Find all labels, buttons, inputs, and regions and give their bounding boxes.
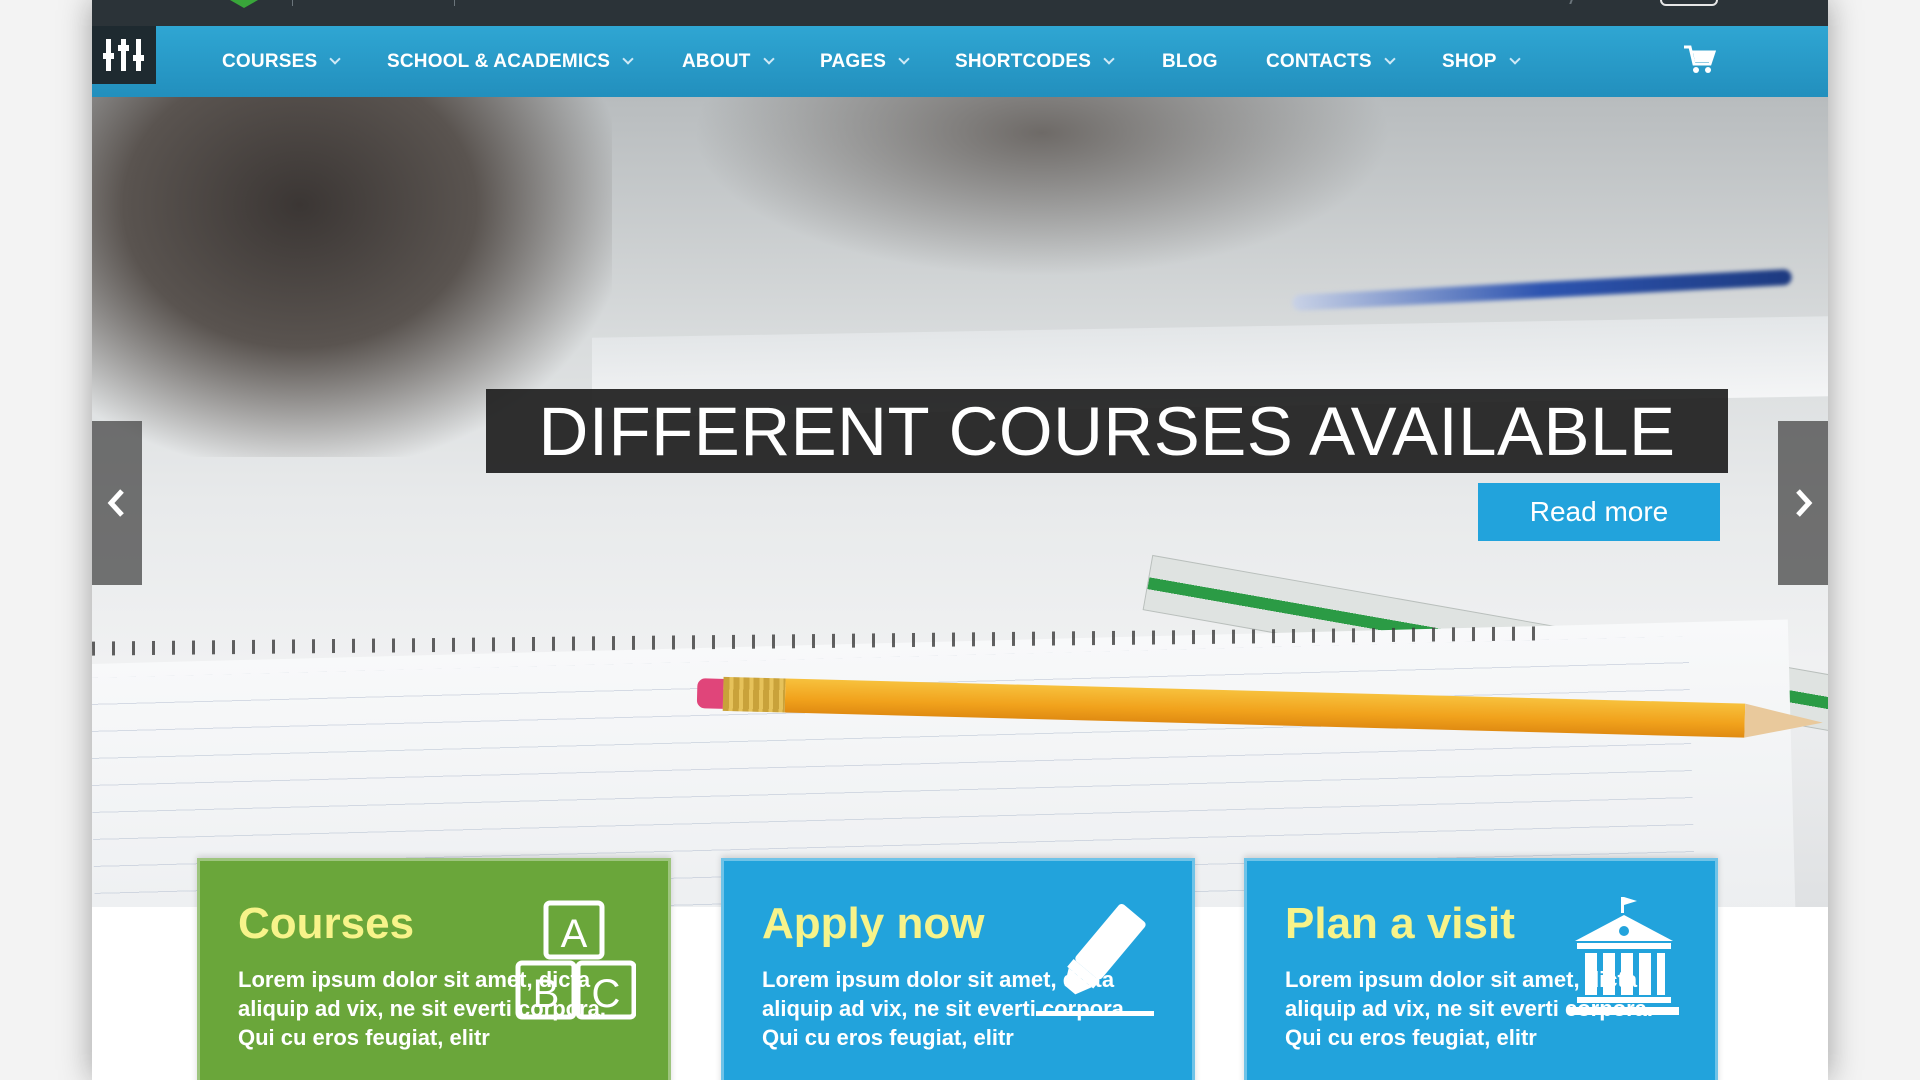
top-bar-button[interactable] <box>1660 0 1718 6</box>
slider-next-button[interactable] <box>1778 421 1828 585</box>
svg-text:A: A <box>561 912 588 956</box>
slide-title: DIFFERENT COURSES AVAILABLE <box>486 389 1728 473</box>
nav-item-label: COURSES <box>222 50 318 72</box>
courses-card[interactable]: Courses Lorem ipsum dolor sit amet, dict… <box>197 858 671 1080</box>
nav-item-label: ABOUT <box>682 50 751 72</box>
chevron-down-icon <box>329 53 342 65</box>
divider <box>292 0 293 6</box>
read-more-button[interactable]: Read more <box>1478 483 1720 541</box>
nav-item-blog[interactable]: BLOG <box>1162 26 1218 97</box>
nav-item-label: PAGES <box>820 50 887 72</box>
chevron-down-icon <box>1384 53 1396 65</box>
highlighter-icon <box>1036 903 1154 1016</box>
plan-a-visit-card[interactable]: Plan a visit Lorem ipsum dolor sit amet,… <box>1244 858 1718 1080</box>
chevron-down-icon <box>898 53 910 65</box>
chevron-down-icon <box>1508 53 1521 65</box>
nav-item-label: SCHOOL & ACADEMICS <box>387 50 611 72</box>
abc-blocks-icon: A B C <box>515 900 636 1020</box>
card-title: Plan a visit <box>1285 899 1515 948</box>
flag-icon <box>230 0 258 8</box>
nav-item-label: CONTACTS <box>1266 50 1372 72</box>
page-frame: COURSES SCHOOL & ACADEMICS ABOUT PAGES S… <box>92 0 1828 1080</box>
nav-item-about[interactable]: ABOUT <box>682 26 775 97</box>
nav-item-label: BLOG <box>1162 50 1218 72</box>
hero-slider: DIFFERENT COURSES AVAILABLE Read more <box>92 97 1828 907</box>
chevron-down-icon <box>762 53 775 65</box>
main-navigation: COURSES SCHOOL & ACADEMICS ABOUT PAGES S… <box>92 26 1828 97</box>
nav-item-shop[interactable]: SHOP <box>1442 26 1521 97</box>
chevron-left-icon <box>107 489 124 517</box>
nav-item-label: SHORTCODES <box>955 50 1092 72</box>
card-title: Courses <box>238 899 415 948</box>
nav-item-contacts[interactable]: CONTACTS <box>1266 26 1396 97</box>
nav-item-label: SHOP <box>1442 50 1497 72</box>
nav-item-pages[interactable]: PAGES <box>820 26 910 97</box>
nav-item-shortcodes[interactable]: SHORTCODES <box>955 26 1115 97</box>
hero-background <box>692 97 1392 277</box>
apply-now-card[interactable]: Apply now Lorem ipsum dolor sit amet, di… <box>721 858 1195 1080</box>
site-logo[interactable] <box>92 26 156 84</box>
chevron-down-icon <box>1103 53 1115 65</box>
equalizer-logo-icon <box>103 39 144 71</box>
nav-item-school-academics[interactable]: SCHOOL & ACADEMICS <box>387 26 634 97</box>
school-building-icon <box>1569 897 1679 1015</box>
chevron-right-icon <box>1796 489 1813 517</box>
shopping-cart-icon[interactable] <box>1682 42 1716 76</box>
top-bar <box>92 0 1828 26</box>
card-title: Apply now <box>762 899 985 948</box>
nav-item-courses[interactable]: COURSES <box>222 26 342 97</box>
slider-prev-button[interactable] <box>92 421 142 585</box>
svg-text:C: C <box>592 972 621 1016</box>
svg-text:B: B <box>533 972 560 1016</box>
divider <box>1569 0 1573 4</box>
divider <box>454 0 455 6</box>
chevron-down-icon <box>622 53 634 65</box>
